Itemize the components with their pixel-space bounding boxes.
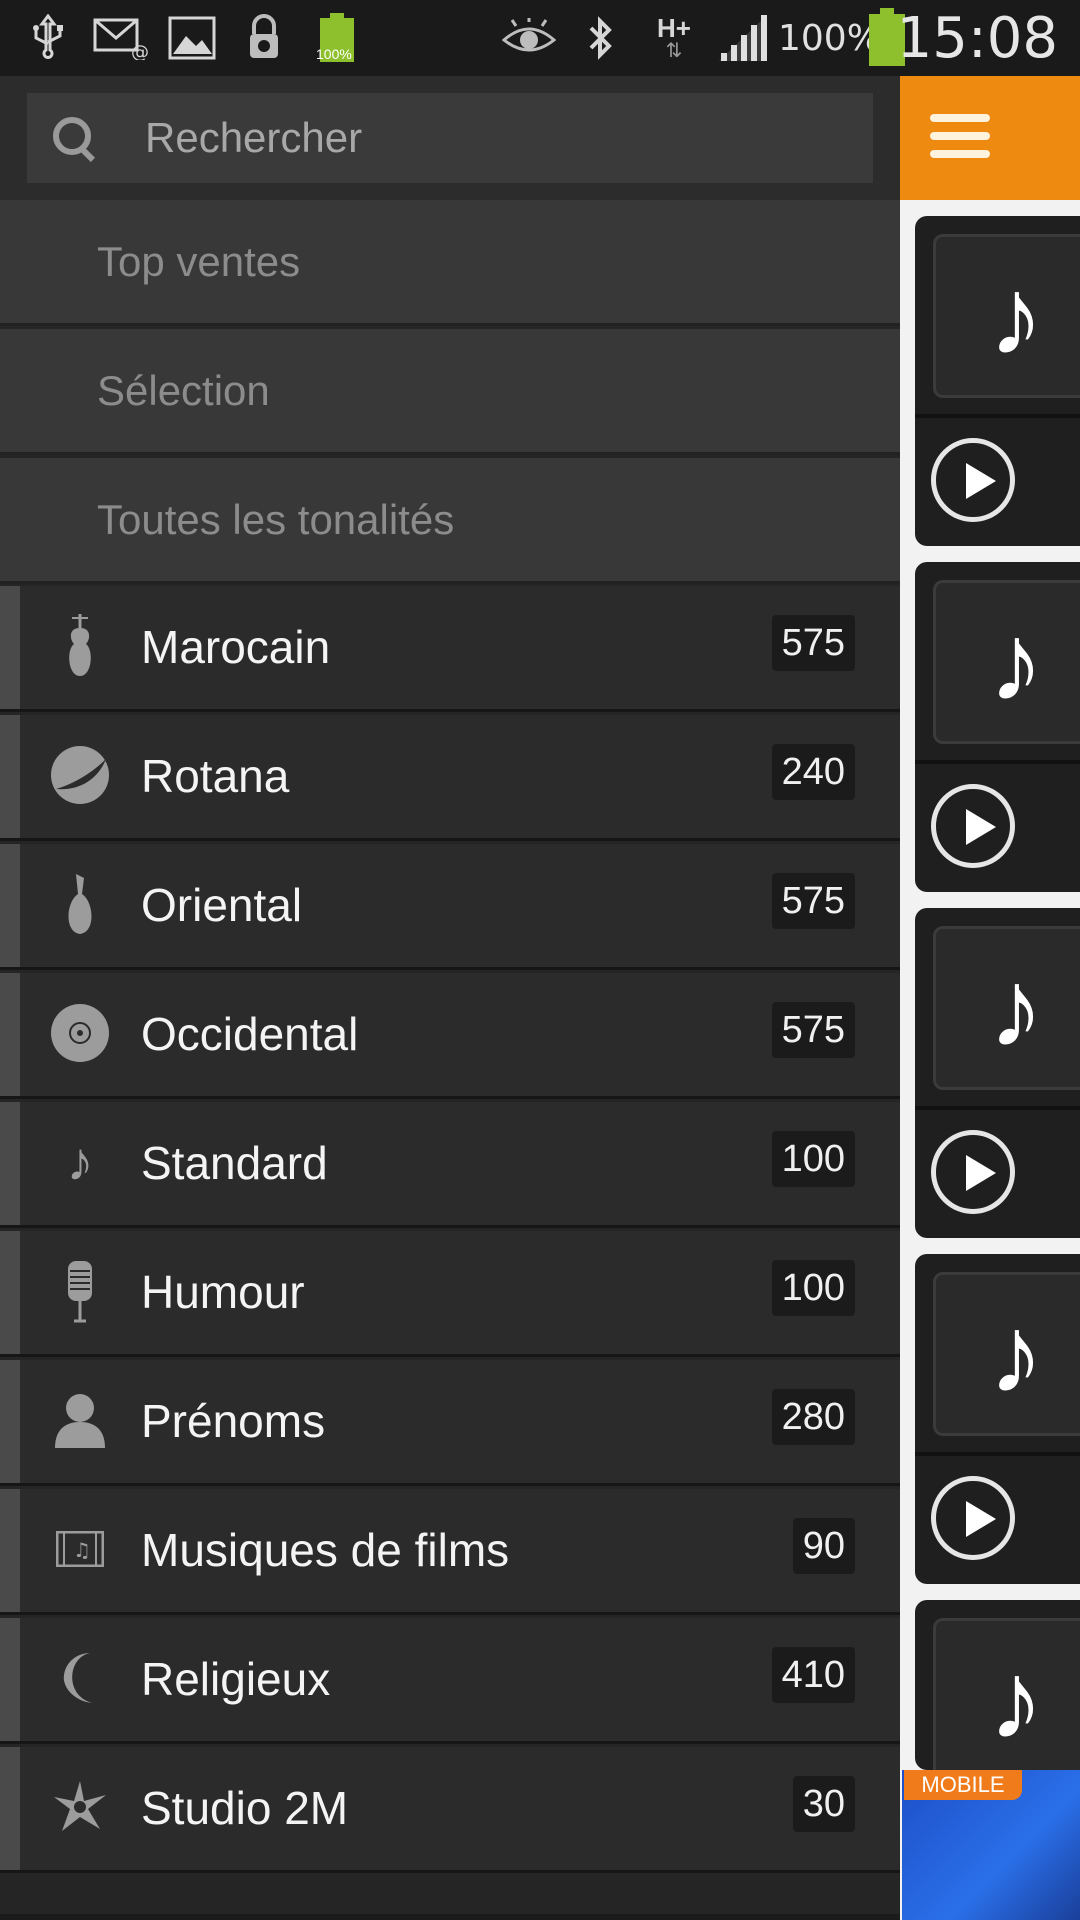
count-badge: 240 <box>771 744 855 800</box>
category-label: Oriental <box>141 879 303 931</box>
category-humour[interactable]: Humour 100 <box>0 1231 900 1357</box>
lock-icon <box>244 14 284 62</box>
svg-text:@: @ <box>131 42 149 60</box>
image-icon <box>166 14 218 62</box>
category-studio-2m[interactable]: Studio 2M 30 <box>0 1747 900 1873</box>
star-burst-icon <box>48 1775 112 1839</box>
usb-icon <box>28 14 68 62</box>
data-arrows-icon: ⇅ <box>665 40 683 62</box>
category-label: Occidental <box>141 1008 359 1060</box>
count-badge: 575 <box>771 873 855 929</box>
category-label: Religieux <box>141 1653 331 1705</box>
category-religieux[interactable]: Religieux 410 <box>0 1618 900 1744</box>
menu-item-top-ventes[interactable]: Top ventes <box>0 200 900 326</box>
category-oriental[interactable]: Oriental 575 <box>0 844 900 970</box>
category-rotana[interactable]: Rotana 240 <box>0 715 900 841</box>
signal-icon <box>716 14 770 62</box>
menu-item-toutes-les-tonalites[interactable]: Toutes les tonalités <box>0 458 900 584</box>
navigation-drawer: Top ventes Sélection Toutes les tonalité… <box>0 76 900 1920</box>
play-button[interactable] <box>931 784 1015 868</box>
menu-item-label: Sélection <box>97 367 270 414</box>
category-label: Studio 2M <box>141 1782 349 1834</box>
category-label: Humour <box>141 1266 305 1318</box>
drawer-bottom-divider <box>0 1914 900 1920</box>
count-badge: 410 <box>771 1647 855 1703</box>
ringtone-card[interactable]: ♪ <box>915 216 1080 546</box>
search-icon <box>49 113 99 163</box>
disc-icon <box>48 1001 112 1065</box>
ad-tag: MOBILE <box>904 1770 1022 1800</box>
count-badge: 100 <box>771 1131 855 1187</box>
email-icon: @ <box>92 14 150 62</box>
microphone-icon <box>48 1259 112 1323</box>
network-icon: H+ ⇅ <box>652 14 696 62</box>
app-toolbar <box>900 76 1080 200</box>
music-note-icon: ♪ <box>933 580 1080 744</box>
play-button[interactable] <box>931 438 1015 522</box>
eye-icon <box>502 14 556 62</box>
svg-text:♫: ♫ <box>73 1538 91 1562</box>
menu-item-label: Toutes les tonalités <box>97 496 455 543</box>
music-note-icon: ♪ <box>933 234 1080 398</box>
rotana-logo-icon <box>48 743 112 807</box>
search-box[interactable] <box>27 93 873 183</box>
battery-small-label: 100% <box>316 46 352 62</box>
status-bar: @ 100% H+ ⇅ 100% 15:08 <box>0 0 1080 76</box>
category-musiques-de-films[interactable]: ♫ Musiques de films 90 <box>0 1489 900 1615</box>
music-note-icon: ♪ <box>66 1132 94 1192</box>
person-icon <box>48 1388 112 1452</box>
clock: 15:08 <box>896 6 1058 71</box>
network-label: H+ <box>657 13 691 43</box>
count-badge: 30 <box>792 1776 855 1832</box>
play-button[interactable] <box>931 1130 1015 1214</box>
ringtone-card[interactable]: ♪ <box>915 1600 1080 1782</box>
play-button[interactable] <box>931 1476 1015 1560</box>
ringtone-card[interactable]: ♪ <box>915 908 1080 1238</box>
category-label: Musiques de films <box>141 1524 510 1576</box>
ringtone-card[interactable]: ♪ <box>915 1254 1080 1584</box>
category-marocain[interactable]: Marocain 575 <box>0 586 900 712</box>
bluetooth-icon <box>582 14 618 62</box>
category-occidental[interactable]: Occidental 575 <box>0 973 900 1099</box>
count-badge: 575 <box>771 615 855 671</box>
crescent-icon <box>48 1646 112 1710</box>
category-label: Standard <box>141 1137 328 1189</box>
category-standard[interactable]: ♪ Standard 100 <box>0 1102 900 1228</box>
count-badge: 280 <box>771 1389 855 1445</box>
count-badge: 575 <box>771 1002 855 1058</box>
search-input[interactable] <box>143 113 847 163</box>
music-note-icon: ♪ <box>933 1618 1080 1782</box>
film-icon: ♫ <box>48 1517 112 1581</box>
music-note-icon: ♪ <box>933 926 1080 1090</box>
count-badge: 100 <box>771 1260 855 1316</box>
search-bar <box>0 76 900 200</box>
violin-icon <box>48 614 112 678</box>
menu-item-label: Top ventes <box>97 238 301 285</box>
count-badge: 90 <box>792 1518 855 1574</box>
menu-icon[interactable] <box>930 114 990 164</box>
menu-item-selection[interactable]: Sélection <box>0 329 900 455</box>
category-label: Prénoms <box>141 1395 326 1447</box>
battery-icon: 100% <box>316 13 358 62</box>
category-label: Rotana <box>141 750 290 802</box>
category-prenoms[interactable]: Prénoms 280 <box>0 1360 900 1486</box>
ringtone-card[interactable]: ♪ <box>915 562 1080 892</box>
category-label: Marocain <box>141 621 331 673</box>
music-note-icon: ♪ <box>933 1272 1080 1436</box>
oud-icon <box>48 872 112 936</box>
